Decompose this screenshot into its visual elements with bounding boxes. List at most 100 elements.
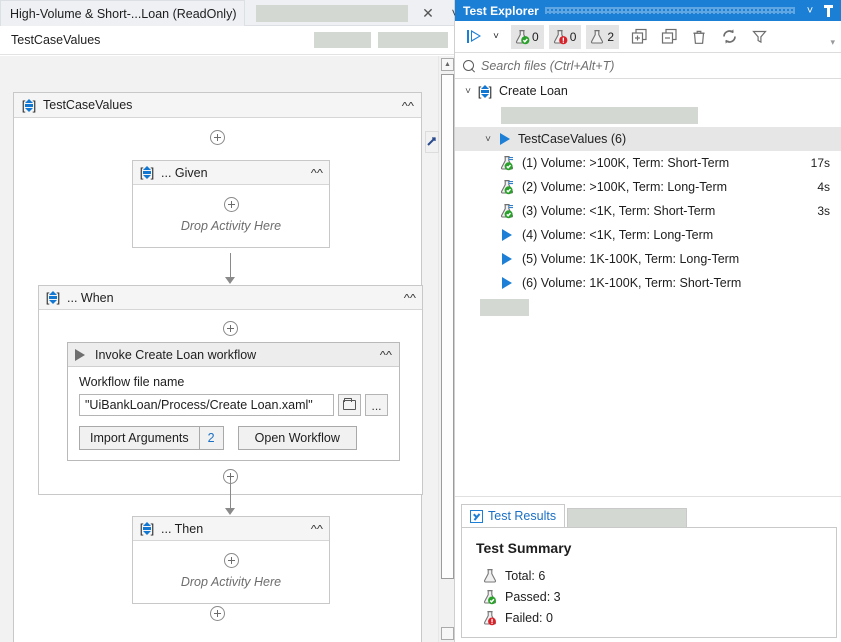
sequence-scope-title: TestCaseValues	[43, 98, 132, 112]
test-results-panel: Test Results Test Summary Total: 6	[455, 503, 841, 642]
tree-node-testcasevalues[interactable]: ˅ TestCaseValues (6)	[455, 127, 841, 151]
canvas-vertical-scrollbar[interactable]: ▲	[438, 56, 454, 642]
search-bar[interactable]: Search files (Ctrl+Alt+T)	[455, 53, 841, 79]
test-case-row[interactable]: (1) Volume: >100K, Term: Short-Term 17s	[455, 151, 841, 175]
test-tree[interactable]: ˅ [ ] Create Loan ˅ TestCaseValues (6)	[455, 79, 841, 496]
refresh-icon[interactable]	[714, 25, 744, 49]
passed-count: 0	[532, 30, 539, 44]
invoke-workflow-activity[interactable]: Invoke Create Loan workflow ^^ Workflow …	[67, 342, 400, 461]
designer-canvas[interactable]: [ ] TestCaseValues ^^	[0, 56, 438, 642]
given-drop-hint: Drop Activity Here	[181, 219, 281, 233]
tree-row-placeholder	[455, 103, 841, 127]
chevron-double-up-icon[interactable]: ^^	[311, 523, 323, 534]
failed-filter-button[interactable]: 0	[549, 25, 582, 49]
chevron-double-up-icon[interactable]: ^^	[404, 292, 416, 303]
ellipsis-button[interactable]: ...	[365, 394, 388, 416]
test-case-row[interactable]: (6) Volume: 1K-100K, Term: Short-Term	[455, 271, 841, 295]
folder-icon[interactable]	[338, 394, 361, 416]
then-activity[interactable]: [ ] ... Then ^^ Drop Activity Here	[132, 516, 330, 604]
chevron-down-icon[interactable]: ˅	[801, 1, 819, 20]
when-header[interactable]: [ ] ... When ^^	[39, 286, 422, 310]
play-icon[interactable]	[500, 133, 510, 145]
open-workflow-button[interactable]: Open Workflow	[238, 426, 357, 450]
invoke-workflow-header[interactable]: Invoke Create Loan workflow ^^	[68, 343, 399, 367]
play-icon[interactable]	[502, 253, 512, 265]
add-activity-handle-when-top[interactable]	[39, 321, 422, 336]
summary-total-row: Total: 6	[482, 565, 836, 586]
breadcrumb[interactable]: TestCaseValues	[0, 26, 454, 55]
passed-filter-button[interactable]: 0	[511, 25, 544, 49]
zoom-icon[interactable]	[425, 131, 439, 153]
test-case-row[interactable]: (4) Volume: <1K, Term: Long-Term	[455, 223, 841, 247]
overflow-chevron-icon[interactable]: ▾	[830, 37, 835, 48]
test-case-row[interactable]: (2) Volume: >100K, Term: Long-Term 4s	[455, 175, 841, 199]
when-activity[interactable]: [ ] ... When ^^	[38, 285, 423, 495]
add-activity-handle-top[interactable]	[14, 130, 421, 145]
chevron-double-up-icon[interactable]: ^^	[380, 349, 392, 360]
tab-placeholder[interactable]	[567, 508, 687, 527]
run-tests-icon[interactable]	[461, 25, 487, 49]
close-icon[interactable]: ✕	[418, 3, 438, 23]
chevron-down-icon[interactable]: ˅	[487, 25, 505, 49]
then-drop-hint: Drop Activity Here	[181, 575, 281, 589]
import-arguments-button[interactable]: Import Arguments	[79, 426, 200, 450]
chevron-down-icon[interactable]: ˅	[461, 86, 475, 97]
workflow-file-name-row: ...	[79, 394, 388, 416]
flask-notrun-icon	[482, 568, 498, 584]
then-header[interactable]: [ ] ... Then ^^	[133, 517, 329, 541]
breadcrumb-placeholder-1	[314, 32, 371, 48]
test-summary-heading: Test Summary	[476, 540, 836, 556]
given-activity[interactable]: [ ] ... Given ^^ Drop Activity Here	[132, 160, 330, 248]
chevron-double-up-icon[interactable]: ^^	[402, 99, 414, 110]
sequence-scope[interactable]: [ ] TestCaseValues ^^	[13, 92, 422, 642]
failed-count: 0	[570, 30, 577, 44]
plus-icon[interactable]	[224, 553, 239, 568]
given-title: ... Given	[161, 166, 208, 180]
collapse-all-icon[interactable]	[654, 25, 684, 49]
notrun-filter-button[interactable]: 2	[586, 25, 619, 49]
trash-icon[interactable]	[684, 25, 714, 49]
tree-node-create-loan[interactable]: ˅ [ ] Create Loan	[455, 79, 841, 103]
panel-splitter[interactable]	[455, 496, 841, 503]
connector-given-when	[230, 253, 231, 277]
flask-passed-icon	[499, 203, 515, 219]
test-case-label: (1) Volume: >100K, Term: Short-Term	[522, 156, 729, 170]
play-icon[interactable]	[502, 277, 512, 289]
given-header[interactable]: [ ] ... Given ^^	[133, 161, 329, 185]
row-placeholder	[480, 299, 529, 316]
workflow-file-name-input[interactable]	[79, 394, 334, 416]
test-explorer-titlebar: Test Explorer ˅	[455, 0, 841, 21]
scrollbar-thumb[interactable]	[441, 74, 454, 579]
scroll-up-button[interactable]: ▲	[441, 58, 454, 71]
document-tab-active[interactable]: High-Volume & Short-...Loan (ReadOnly)	[0, 0, 245, 26]
search-input[interactable]: Search files (Ctrl+Alt+T)	[481, 59, 614, 73]
then-title: ... Then	[161, 522, 203, 536]
drag-grip[interactable]	[545, 0, 795, 21]
sequence-scope-header[interactable]: [ ] TestCaseValues ^^	[14, 93, 421, 118]
add-activity-handle-bottom[interactable]	[14, 606, 421, 621]
funnel-icon[interactable]	[744, 25, 774, 49]
then-body[interactable]: Drop Activity Here	[133, 541, 329, 603]
activity-icon: [ ]	[45, 290, 61, 305]
chevron-double-up-icon[interactable]: ^^	[311, 167, 323, 178]
pin-icon[interactable]	[819, 1, 837, 20]
play-icon[interactable]	[502, 229, 512, 241]
test-explorer-pane: Test Explorer ˅ ˅	[455, 0, 841, 642]
given-body[interactable]: Drop Activity Here	[133, 185, 329, 247]
when-body: Invoke Create Loan workflow ^^ Workflow …	[39, 321, 422, 494]
invoke-workflow-title: Invoke Create Loan workflow	[95, 348, 256, 362]
tree-node-label: Create Loan	[499, 84, 568, 98]
tab-test-results[interactable]: Test Results	[461, 504, 565, 527]
activity-icon: [ ]	[21, 98, 37, 113]
scroll-down-button[interactable]	[441, 627, 454, 640]
summary-passed-label: Passed: 3	[505, 590, 561, 604]
expand-all-icon[interactable]	[624, 25, 654, 49]
flask-passed-icon	[482, 589, 498, 605]
summary-total-label: Total: 6	[505, 569, 545, 583]
plus-icon[interactable]	[224, 197, 239, 212]
notrun-count: 2	[607, 30, 614, 44]
test-case-row[interactable]: (5) Volume: 1K-100K, Term: Long-Term	[455, 247, 841, 271]
chevron-down-icon[interactable]: ˅	[481, 134, 495, 145]
workflow-designer-pane: ✕ ˅ High-Volume & Short-...Loan (ReadOnl…	[0, 0, 455, 642]
test-case-row[interactable]: (3) Volume: <1K, Term: Short-Term 3s	[455, 199, 841, 223]
